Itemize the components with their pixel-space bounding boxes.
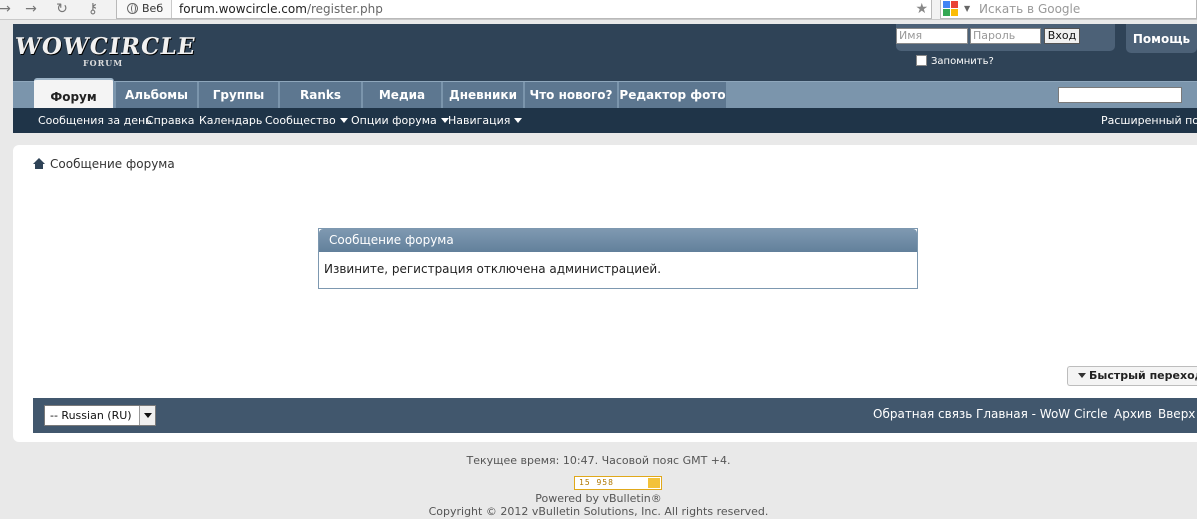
address-bar[interactable]: Веб forum.wowcircle.com/register.php ★ <box>116 0 932 19</box>
google-search-box[interactable]: ▼ Искать в Google <box>940 0 1197 19</box>
main-nav: Форум Альбомы Группы Ranks Медиа Дневник… <box>13 78 1197 109</box>
archive-link[interactable]: Архив <box>1114 398 1152 431</box>
current-time: Текущее время: 10:47. Часовой пояс GMT +… <box>0 454 1197 467</box>
advanced-search-link[interactable]: Расширенный поиск <box>1101 108 1197 133</box>
counter-value: 15 958 <box>579 478 614 487</box>
dropdown-arrow-icon[interactable] <box>139 406 155 425</box>
subnav-help[interactable]: Справка <box>146 108 194 133</box>
google-logo-icon <box>943 1 959 17</box>
quick-jump-button[interactable]: Быстрый переход <box>1067 366 1197 386</box>
url-host: forum.wowcircle.com <box>179 2 307 16</box>
forum-header: WOWCIRCLE FORUM Имя Пароль Вход Запомнит… <box>13 24 1197 81</box>
forward-arrow-icon[interactable]: → <box>20 0 42 19</box>
url-path: /register.php <box>306 2 383 16</box>
web-label: Веб <box>142 2 164 15</box>
site-logo-sub: FORUM <box>83 58 124 68</box>
subnav-navigation-label: Навигация <box>448 114 511 127</box>
login-box: Имя Пароль Вход <box>896 24 1115 51</box>
language-select[interactable]: -- Russian (RU) <box>44 405 156 426</box>
chevron-down-icon <box>1078 373 1086 378</box>
tab-albums[interactable]: Альбомы <box>116 82 198 108</box>
chevron-down-icon <box>514 118 523 123</box>
tab-blogs[interactable]: Дневники <box>443 82 524 108</box>
tab-whats-new[interactable]: Что нового? <box>525 82 618 108</box>
subnav-navigation[interactable]: Навигация <box>448 108 523 133</box>
key-icon[interactable]: ⚷ <box>82 0 104 19</box>
footer-bar: -- Russian (RU) Обратная связь Главная -… <box>33 398 1197 433</box>
tab-media[interactable]: Медиа <box>363 82 442 108</box>
web-chip[interactable]: Веб <box>117 0 172 18</box>
counter-logo-icon <box>648 478 660 488</box>
help-button[interactable]: Помощь <box>1126 24 1197 53</box>
bookmark-star-icon[interactable]: ★ <box>915 0 928 18</box>
search-engine-caret-icon[interactable]: ▼ <box>964 0 970 18</box>
tab-ranks[interactable]: Ranks <box>280 82 362 108</box>
forum-message-box: Сообщение форума Извините, регистрация о… <box>318 228 918 289</box>
subnav-forum-options[interactable]: Опции форума <box>351 108 449 133</box>
top-link[interactable]: Вверх <box>1158 398 1195 431</box>
message-body: Извините, регистрация отключена админист… <box>324 262 662 276</box>
browser-toolbar: → → ↻ ⚷ Веб forum.wowcircle.com/register… <box>0 0 1197 20</box>
globe-icon <box>127 3 138 14</box>
time-prefix: Текущее время: <box>466 454 560 467</box>
language-value: -- Russian (RU) <box>50 409 132 422</box>
breadcrumb: Сообщение форума <box>33 157 175 171</box>
timezone: . Часовой пояс GMT +4. <box>594 454 731 467</box>
quick-jump-label: Быстрый переход <box>1089 369 1197 382</box>
copyright: Copyright © 2012 vBulletin Solutions, In… <box>428 505 769 518</box>
content-area: Сообщение форума Сообщение форума Извини… <box>13 145 1197 442</box>
forum-site: WOWCIRCLE FORUM Имя Пароль Вход Запомнит… <box>13 24 1197 133</box>
subnav-community-label: Сообщество <box>265 114 336 127</box>
time-value: 10:47 <box>562 454 595 467</box>
subnav-calendar[interactable]: Календарь <box>199 108 262 133</box>
chevron-down-icon <box>339 118 348 123</box>
subnav-todays-posts[interactable]: Сообщения за день <box>38 108 152 133</box>
remember-me[interactable]: Запомнить? <box>916 55 994 67</box>
powered-by: Powered by vBulletin® <box>535 492 662 505</box>
breadcrumb-current: Сообщение форума <box>50 157 175 171</box>
message-title: Сообщение форума <box>319 229 917 252</box>
remember-checkbox[interactable] <box>916 55 927 66</box>
subnav-community[interactable]: Сообщество <box>265 108 348 133</box>
url-text[interactable]: forum.wowcircle.com/register.php <box>179 0 383 18</box>
login-button[interactable]: Вход <box>1044 28 1080 44</box>
back-arrow-icon[interactable]: → <box>0 0 16 19</box>
google-search-placeholder[interactable]: Искать в Google <box>979 0 1080 18</box>
tab-photo-editor[interactable]: Редактор фото <box>619 82 727 108</box>
sub-nav: Сообщения за день Справка Календарь Сооб… <box>13 108 1197 133</box>
visit-counter[interactable]: 15 958 <box>574 476 662 490</box>
tab-groups[interactable]: Группы <box>199 82 279 108</box>
home-link[interactable]: Главная - WoW Circle <box>976 398 1108 431</box>
password-input[interactable]: Пароль <box>970 28 1041 44</box>
tab-forum[interactable]: Форум <box>34 78 114 109</box>
reload-icon[interactable]: ↻ <box>51 0 73 19</box>
username-input[interactable]: Имя <box>896 28 968 44</box>
quick-search-input[interactable] <box>1058 87 1182 103</box>
remember-label: Запомнить? <box>931 56 994 67</box>
subnav-forum-options-label: Опции форума <box>351 114 437 127</box>
site-logo[interactable]: WOWCIRCLE <box>13 33 198 60</box>
feedback-link[interactable]: Обратная связь <box>873 398 972 431</box>
home-icon[interactable] <box>33 158 45 169</box>
